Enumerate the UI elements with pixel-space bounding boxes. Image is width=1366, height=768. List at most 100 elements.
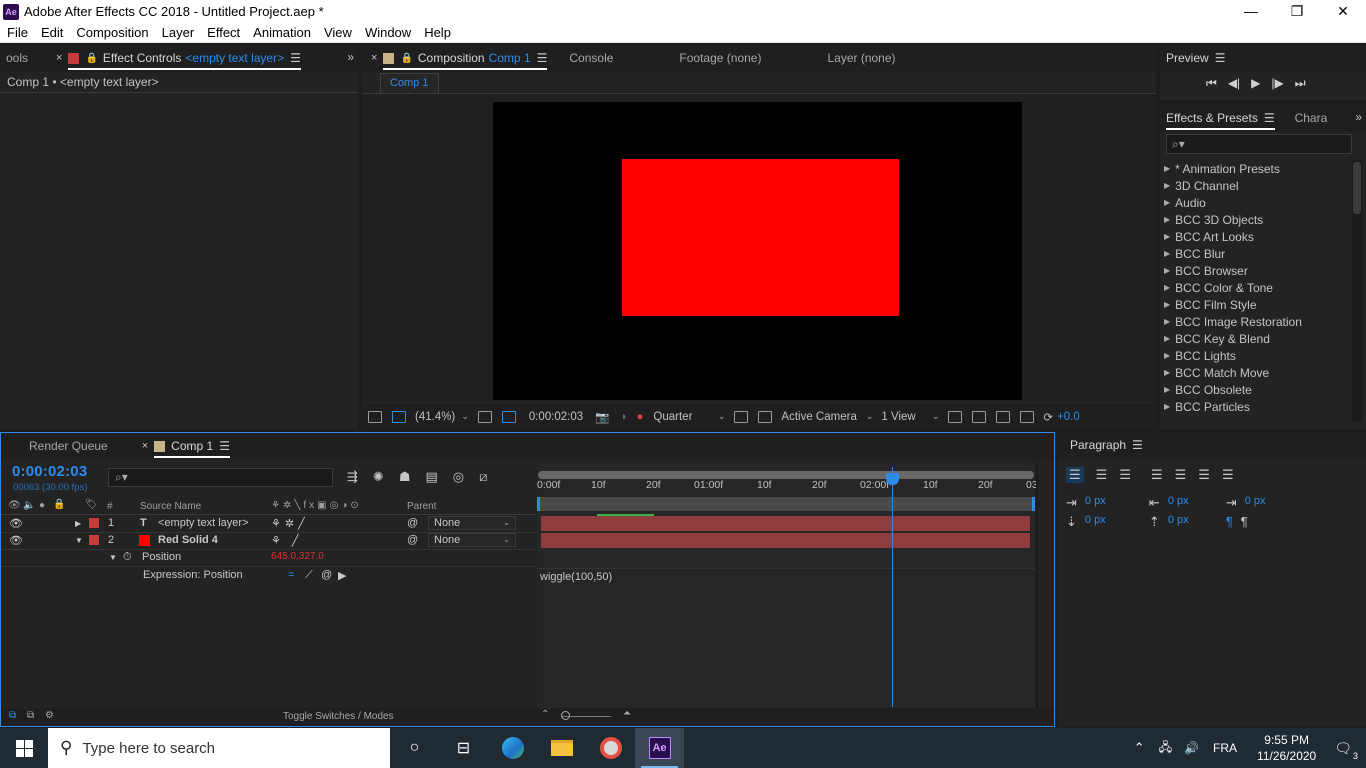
effects-scrollbar[interactable] [1352,160,1362,422]
time-navigator-bar[interactable] [537,497,1035,511]
snapshot-icon[interactable]: 📷 [595,410,609,424]
menu-composition[interactable]: Composition [69,25,154,40]
shy-layers-icon[interactable]: ☗ [399,469,411,485]
transfer-controls-toggle-icon[interactable]: ⧉ [27,710,34,721]
current-time-display[interactable]: 0:00:02:03 [529,411,583,423]
effect-category-item[interactable]: ▶ BCC Browser [1160,262,1350,279]
panel-menu-icon[interactable]: ☰ [1215,51,1226,65]
expand-triangle-icon[interactable]: ▶ [1164,232,1170,241]
indent-right-value[interactable]: 0 px [1168,495,1218,511]
effect-category-item[interactable]: ▶ BCC Lights [1160,347,1350,364]
menu-view[interactable]: View [317,25,358,40]
language-indicator[interactable]: FRA [1213,741,1237,755]
region-of-interest-icon[interactable] [734,410,749,423]
layer-row-1[interactable]: 👁 ▶ 1 T <empty text layer> ⚘✲╱ @ None ⌄ [1,515,536,532]
expression-text[interactable]: wiggle(100,50) [540,571,612,583]
work-area-bar[interactable] [538,471,1034,479]
menu-effect[interactable]: Effect [200,25,246,40]
collapse-triangle-icon[interactable]: ▼ [75,536,83,545]
composition-viewer[interactable] [362,94,1156,402]
left-to-right-text-icon[interactable]: ¶ [1226,514,1233,530]
channel-icon[interactable]: ● [636,411,643,423]
last-frame-button[interactable]: ⏭ [1295,76,1306,91]
layer-label-color[interactable] [89,518,99,528]
panel-menu-icon[interactable]: ☰ [290,51,301,65]
fast-previews-icon[interactable] [972,410,987,423]
effect-category-item[interactable]: ▶ BCC Image Restoration [1160,313,1350,330]
zoom-in-icon[interactable]: ⏶ [623,708,631,719]
close-button[interactable]: ✕ [1320,0,1366,23]
expression-pickwhip-icon[interactable]: @ [321,569,332,581]
panel-menu-icon[interactable]: ☰ [537,51,548,65]
show-hidden-icons-icon[interactable]: ⌃ [1134,740,1145,756]
cortana-icon[interactable]: ○ [390,728,439,768]
magnification-dropdown[interactable]: (41.4%) ⌄ [411,411,473,423]
tab-render-queue[interactable]: Render Queue [23,432,114,460]
graph-editor-icon[interactable]: ⧄ [479,469,487,485]
justify-all-icon[interactable]: ☰ [1222,467,1234,483]
space-after-value[interactable]: 0 px [1168,514,1218,530]
in-out-toggle-icon[interactable]: ⚙ [45,710,54,721]
lock-icon[interactable]: 🔒 [85,53,97,64]
tab-layer[interactable]: Layer (none) [821,44,901,72]
layer-name[interactable]: <empty text layer> [158,517,249,529]
pick-whip-icon[interactable]: @ [407,517,418,529]
menu-help[interactable]: Help [417,25,457,40]
pick-whip-icon[interactable]: @ [407,534,418,546]
label-column-icon[interactable]: 🏷 [85,499,98,510]
zoom-out-icon[interactable]: ⌃ [541,709,549,720]
comp-navigator-tab[interactable]: Comp 1 [380,73,439,93]
effect-category-item[interactable]: ▶ BCC Film Style [1160,296,1350,313]
resolution-dropdown[interactable]: Quarter ⌄ [649,411,729,423]
expand-triangle-icon[interactable]: ▶ [1164,266,1170,275]
play-button[interactable]: ▶ [1251,76,1260,91]
tab-tools[interactable]: ools [0,44,34,72]
taskbar-clock[interactable]: 9:55 PM 11/26/2020 [1257,732,1316,764]
expand-triangle-icon[interactable]: ▶ [1164,334,1170,343]
time-ruler[interactable]: 0:00f 10f 20f 01:00f 10f 20f 02:00f 10f … [537,467,1038,497]
layer-2-duration-bar[interactable] [541,533,1030,548]
justify-last-left-icon[interactable]: ☰ [1151,467,1163,483]
menu-layer[interactable]: Layer [155,25,201,40]
layer-switches-icons[interactable]: ⚘✲╱ [271,517,309,530]
expand-triangle-icon[interactable]: ▶ [1164,181,1170,190]
expand-triangle-icon[interactable]: ▶ [1164,215,1170,224]
draft-3d-icon[interactable]: ✺ [373,469,384,485]
tab-composition[interactable]: 🔒 Composition Comp 1 ☰ [377,44,553,72]
expand-panels-icon[interactable]: » [1355,110,1362,124]
toggle-switches-modes-button[interactable]: Toggle Switches / Modes [283,711,394,722]
zoom-slider-handle[interactable] [561,711,570,720]
lock-icon[interactable]: 🔒 [400,53,412,64]
expand-triangle-icon[interactable]: ▶ [1164,198,1170,207]
media-app-icon[interactable] [586,728,635,768]
tab-paragraph[interactable]: Paragraph ☰ [1064,431,1149,459]
expand-triangle-icon[interactable]: ▶ [1164,317,1170,326]
menu-animation[interactable]: Animation [246,25,317,40]
layer-label-color[interactable] [89,535,99,545]
next-frame-button[interactable]: |▶ [1271,76,1283,91]
monitor-icon[interactable] [392,410,406,423]
expand-triangle-icon[interactable]: ▶ [1164,249,1170,258]
volume-icon[interactable]: 🔊 [1184,741,1199,755]
column-source-name[interactable]: Source Name [140,501,201,512]
expand-triangle-icon[interactable]: ▶ [75,519,81,528]
taskbar-search-box[interactable]: ⚲ Type here to search [48,728,390,768]
space-before-value[interactable]: 0 px [1085,514,1141,530]
layer-switches-toggle-icon[interactable]: ⧉ [9,710,16,721]
start-button[interactable] [0,728,48,768]
solo-toggle-icon[interactable]: ● [39,500,45,511]
parent-dropdown[interactable]: None ⌄ [428,533,516,547]
network-icon[interactable]: 🖧 [1159,738,1172,759]
visibility-eye-icon[interactable]: 👁 [9,534,23,547]
indent-left-value[interactable]: 0 px [1085,495,1141,511]
camera-dropdown[interactable]: Active Camera ⌄ [777,411,877,423]
show-snapshot-icon[interactable]: ◑ [620,411,627,423]
view-layout-dropdown[interactable]: 1 View ⌄ [877,411,943,423]
motion-blur-icon[interactable]: ◎ [453,469,464,485]
first-frame-button[interactable]: ⏮ [1206,76,1217,91]
timeline-icon[interactable] [996,410,1011,423]
video-toggle-icon[interactable]: 👁 [8,500,21,511]
tab-timeline-comp[interactable]: Comp 1 ☰ [148,432,236,460]
effect-category-item[interactable]: ▶ BCC Blur [1160,245,1350,262]
effect-category-item[interactable]: ▶ * Animation Presets [1160,160,1350,177]
